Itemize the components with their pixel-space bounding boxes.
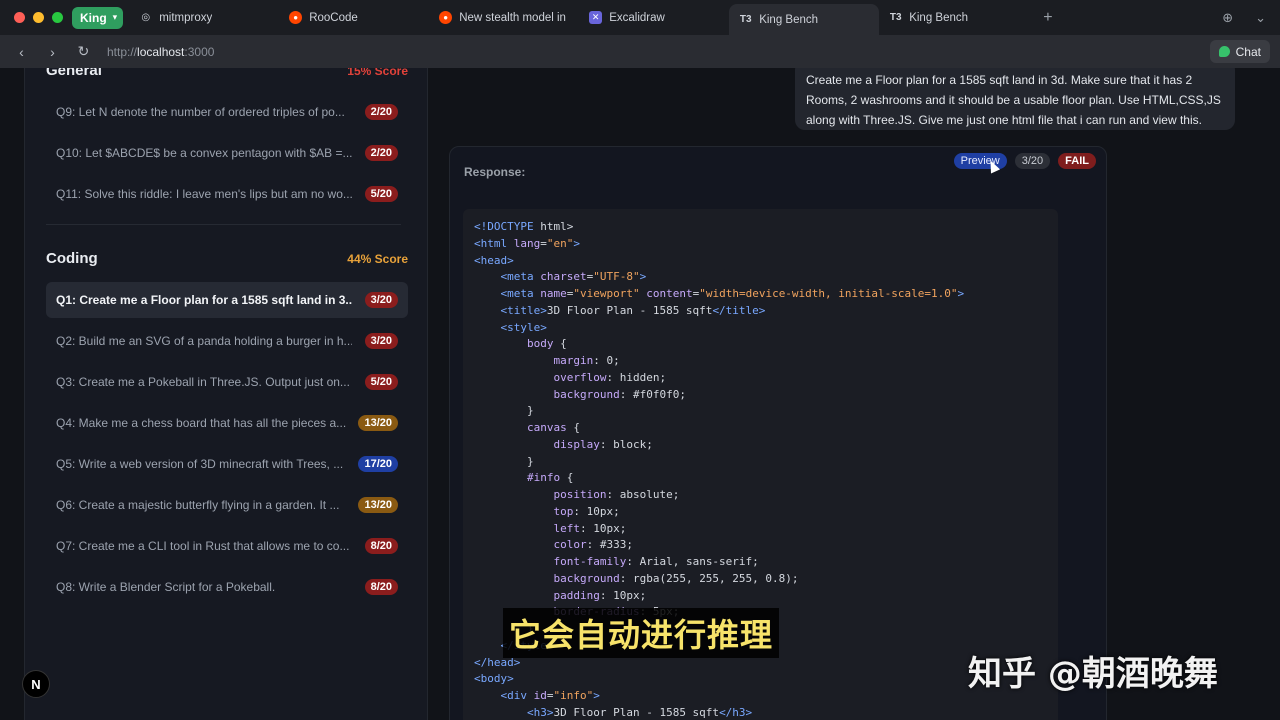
mitmproxy-icon: ◎ [141,12,151,23]
fail-badge: FAIL [1058,153,1096,169]
question-text: Q4: Make me a chess board that has all t… [56,416,347,430]
score-badge: 13/20 [358,497,398,513]
tab-king-bench[interactable]: T3 King Bench [879,0,1029,35]
section-divider [46,224,401,225]
question-text: Q2: Build me an SVG of a panda holding a… [56,334,352,348]
tab-stealth-model[interactable]: ● New stealth model in r [429,0,579,35]
question-text: Q5: Write a web version of 3D minecraft … [56,457,344,471]
reload-icon[interactable]: ↻ [68,43,99,60]
question-text: Q7: Create me a CLI tool in Rust that al… [56,539,350,553]
download-icon[interactable]: ⊕ [1222,10,1233,26]
question-item[interactable]: Q2: Build me an SVG of a panda holding a… [46,323,408,359]
window-controls [14,12,72,23]
question-item-active[interactable]: Q1: Create me a Floor plan for a 1585 sq… [46,282,408,318]
question-item[interactable]: Q4: Make me a chess board that has all t… [46,405,408,441]
question-item[interactable]: Q8: Write a Blender Script for a Pokebal… [46,569,408,605]
section-title: Coding [46,250,98,267]
video-subtitle: 它会自动进行推理 [503,608,780,658]
tab-title: Excalidraw [609,11,665,24]
question-text: Q3: Create me a Pokeball in Three.JS. Ou… [56,375,350,389]
tab-title: RooCode [309,11,358,24]
browser-tab-bar: King ▾ ◎ mitmproxy ● RooCode ● New steal… [0,0,1280,35]
question-text: Q8: Write a Blender Script for a Pokebal… [56,580,276,594]
url-scheme: http:// [107,44,138,59]
score-badge: 13/20 [358,415,398,431]
score-badge: 2/20 [364,145,398,161]
url-field[interactable]: http://localhost:3000 [107,45,214,59]
page-content: General 15% Score Q9: Let N denote the n… [0,68,1280,720]
score-badge: 3/20 [1014,153,1051,169]
chat-label: Chat [1235,44,1261,59]
question-text: Q6: Create a majestic butterfly flying i… [56,498,340,512]
score-badge: 5/20 [364,374,398,390]
t3-icon: T3 [739,14,752,25]
question-item[interactable]: Q5: Write a web version of 3D minecraft … [46,446,408,482]
tab-roocode[interactable]: ● RooCode [279,0,429,35]
response-badges: Preview 3/20 FAIL [953,153,1096,169]
response-label: Response: [464,165,526,179]
reddit-icon: ● [289,11,303,24]
chat-icon [1218,46,1230,57]
score-badge: 2/20 [364,104,398,120]
close-window-button[interactable] [14,12,25,23]
section-title: General [46,68,102,79]
question-item[interactable]: Q10: Let $ABCDE$ be a convex pentagon wi… [46,135,408,171]
section-header-general: General 15% Score [46,68,408,79]
question-text: Q10: Let $ABCDE$ be a convex pentagon wi… [56,146,352,160]
forward-icon[interactable]: › [37,44,68,60]
question-text: Q1: Create me a Floor plan for a 1585 sq… [56,293,352,307]
chevron-down-icon: ▾ [112,12,118,22]
section-header-coding: Coding 44% Score [46,250,408,267]
chevron-down-icon[interactable]: ⌄ [1255,10,1266,26]
prompt-text: Create me a Floor plan for a 1585 sqft l… [806,73,1221,127]
score-badge: 8/20 [364,579,398,595]
question-item[interactable]: Q9: Let N denote the number of ordered t… [46,94,408,130]
score-badge: 17/20 [358,456,398,472]
tab-king-bench-active[interactable]: T3 King Bench [729,4,880,35]
url-host: localhost [137,44,185,59]
address-bar: ‹ › ↻ http://localhost:3000 Chat [0,35,1280,68]
url-port: :3000 [184,44,215,59]
question-item[interactable]: Q7: Create me a CLI tool in Rust that al… [46,528,408,564]
excalidraw-icon: ✕ [589,11,603,24]
score-badge: 3/20 [364,292,398,308]
minimize-window-button[interactable] [33,12,44,23]
tab-bar-actions: ⊕ ⌄ [1222,0,1266,35]
sidebar: General 15% Score Q9: Let N denote the n… [24,68,428,720]
section-score: 15% Score [347,68,408,78]
nextjs-logo-icon[interactable]: N [22,670,50,698]
maximize-window-button[interactable] [52,12,63,23]
profile-label: King [80,10,107,25]
new-tab-icon[interactable]: + [1043,9,1052,27]
score-badge: 8/20 [364,538,398,554]
user-prompt-bubble: Create me a Floor plan for a 1585 sqft l… [795,68,1235,130]
tab-title: New stealth model in r [459,11,570,24]
score-badge: 3/20 [364,333,398,349]
profile-button[interactable]: King ▾ [72,6,124,29]
chat-button[interactable]: Chat [1209,40,1270,63]
tab-title: King Bench [759,13,819,26]
question-text: Q11: Solve this riddle: I leave men's li… [56,187,352,201]
question-text: Q9: Let N denote the number of ordered t… [56,105,345,119]
tab-mitmproxy[interactable]: ◎ mitmproxy [129,0,279,35]
tab-title: mitmproxy [159,11,213,24]
question-item[interactable]: Q6: Create a majestic butterfly flying i… [46,487,408,523]
t3-icon: T3 [889,12,902,23]
question-item[interactable]: Q3: Create me a Pokeball in Three.JS. Ou… [46,364,408,400]
question-item[interactable]: Q11: Solve this riddle: I leave men's li… [46,176,408,212]
score-badge: 5/20 [364,186,398,202]
section-score: 44% Score [347,251,408,266]
watermark: 知乎 @朝酒晚舞 [968,654,1218,694]
reddit-icon: ● [439,11,453,24]
back-icon[interactable]: ‹ [6,44,37,60]
tab-title: King Bench [909,11,969,24]
tab-excalidraw[interactable]: ✕ Excalidraw [579,0,729,35]
